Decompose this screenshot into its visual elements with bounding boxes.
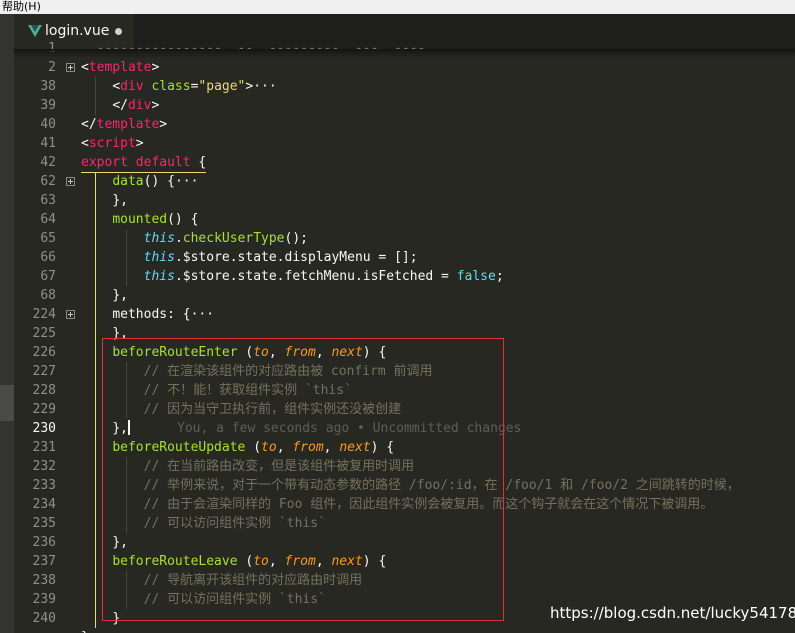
code-line-237: 238 // 导航离开该组件的对应路由时调用 (14, 571, 795, 590)
code-line-68: 224 methods: {··· (14, 305, 795, 324)
line-number: 231 (32, 440, 56, 455)
code-line-65: 66 this.$store.state.displayMenu = []; (14, 248, 795, 267)
line-number: 237 (32, 554, 56, 569)
line-number: 235 (32, 516, 56, 531)
code-comment: // 可以访问组件实例 `this` (143, 516, 326, 531)
code-comment: // 可以访问组件实例 `this` (143, 592, 326, 607)
line-number: 63 (40, 193, 56, 208)
line-number: 64 (40, 212, 56, 227)
code-line-233: 234 // 由于会渲染同样的 Foo 组件，因此组件实例会被复用。而这个钩子就… (14, 495, 795, 514)
line-number: 40 (40, 117, 56, 132)
code-comment: // 不！能！获取组件实例 `this` (143, 383, 352, 398)
line-number: 239 (32, 592, 56, 607)
unsaved-dot-icon[interactable] (115, 28, 122, 35)
vue-icon (28, 25, 42, 37)
code-line-224: 225 }, (14, 324, 795, 343)
code-line-231: 232 // 在当前路由改变，但是该组件被复用时调用 (14, 457, 795, 476)
line-number: 225 (32, 326, 56, 341)
code-line-67: 68 }, (14, 286, 795, 305)
code-line-38: 38 <div class="page">··· (14, 77, 795, 96)
fold-expand-icon[interactable] (66, 177, 75, 186)
code-line-40: 40 </template> (14, 115, 795, 134)
text-cursor (127, 420, 130, 435)
tab-label: login.vue (45, 23, 110, 39)
code-line-230: 231 beforeRouteUpdate (to, from, next) { (14, 438, 795, 457)
line-number: 233 (32, 478, 56, 493)
code-line-235: 236 }, (14, 533, 795, 552)
code-comment: // 在渲染该组件的对应路由被 confirm 前调用 (143, 364, 433, 379)
line-number: 65 (40, 231, 56, 246)
code-line-229: 230 }, You, a few seconds ago • Uncommit… (14, 419, 795, 438)
editor-scroll-shadow (14, 49, 795, 58)
code-line-226: 227 // 在渲染该组件的对应路由被 confirm 前调用 (14, 362, 795, 381)
activity-bar (0, 14, 14, 633)
line-number: 229 (32, 402, 56, 417)
code-comment: // 导航离开该组件的对应路由时调用 (143, 573, 363, 588)
code-line-64: 65 this.checkUserType(); (14, 229, 795, 248)
menu-bar: 帮助(H) (0, 0, 795, 14)
watermark-text: https://blog.csdn.net/lucky541788 (550, 604, 795, 622)
line-number: 234 (32, 497, 56, 512)
code-line-234: 235 // 可以访问组件实例 `this` (14, 514, 795, 533)
code-line-225: 226 beforeRouteEnter (to, from, next) { (14, 343, 795, 362)
code-line-42: 42 export default { (14, 153, 795, 173)
line-number: 224 (32, 307, 56, 322)
line-number: 67 (40, 269, 56, 284)
line-number: 238 (32, 573, 56, 588)
line-number: 236 (32, 535, 56, 550)
menu-help[interactable]: 帮助(H) (2, 0, 41, 14)
code-line-236: 237 beforeRouteLeave (to, from, next) { (14, 552, 795, 571)
code-line-39: 39 </div> (14, 96, 795, 115)
code-comment: // 举例来说，对于一个带有动态参数的路径 /foo/:id，在 /foo/1 … (143, 478, 740, 493)
line-number: 66 (40, 250, 56, 265)
line-number: 226 (32, 345, 56, 360)
code-line-41: 41 <script> (14, 134, 795, 153)
line-number: 232 (32, 459, 56, 474)
line-number: 240 (32, 611, 56, 626)
line-number: 2 (48, 60, 56, 75)
line-number: 228 (32, 383, 56, 398)
activity-bar-thumb[interactable] (0, 385, 14, 421)
code-line-62: 63 }, (14, 191, 795, 210)
code-line-63: 64 mounted() { (14, 210, 795, 229)
code-comment: // 在当前路由改变，但是该组件被复用时调用 (143, 459, 415, 474)
code-line-43: 62 data() {··· (14, 172, 795, 191)
code-line-228: 229 // 因为当守卫执行前，组件实例还没被创建 (14, 400, 795, 419)
line-number: 41 (40, 136, 56, 151)
code-line-232: 233 // 举例来说，对于一个带有动态参数的路径 /foo/:id，在 /fo… (14, 476, 795, 495)
line-number-active: 230 (32, 421, 56, 436)
line-number: 62 (40, 174, 56, 189)
code-line-227: 228 // 不！能！获取组件实例 `this` (14, 381, 795, 400)
code-line-240: } (14, 628, 795, 633)
code-comment: // 因为当守卫执行前，组件实例还没被创建 (143, 402, 402, 417)
line-number: 68 (40, 288, 56, 303)
line-number: 39 (40, 98, 56, 113)
fold-expand-icon[interactable] (66, 63, 75, 72)
line-number: 42 (40, 155, 56, 170)
code-comment: // 由于会渲染同样的 Foo 组件，因此组件实例会被复用。而这个钩子就会在这个… (143, 497, 714, 512)
line-number: 227 (32, 364, 56, 379)
code-line-2: 2 <template> (14, 58, 795, 77)
git-blame-annotation: You, a few seconds ago • Uncommitted cha… (177, 421, 522, 436)
line-number: 38 (40, 79, 56, 94)
fold-expand-icon[interactable] (66, 310, 75, 319)
code-editor[interactable]: 1 ---------------- -- --------- --- ----… (14, 41, 795, 633)
code-line-66: 67 this.$store.state.fetchMenu.isFetched… (14, 267, 795, 286)
